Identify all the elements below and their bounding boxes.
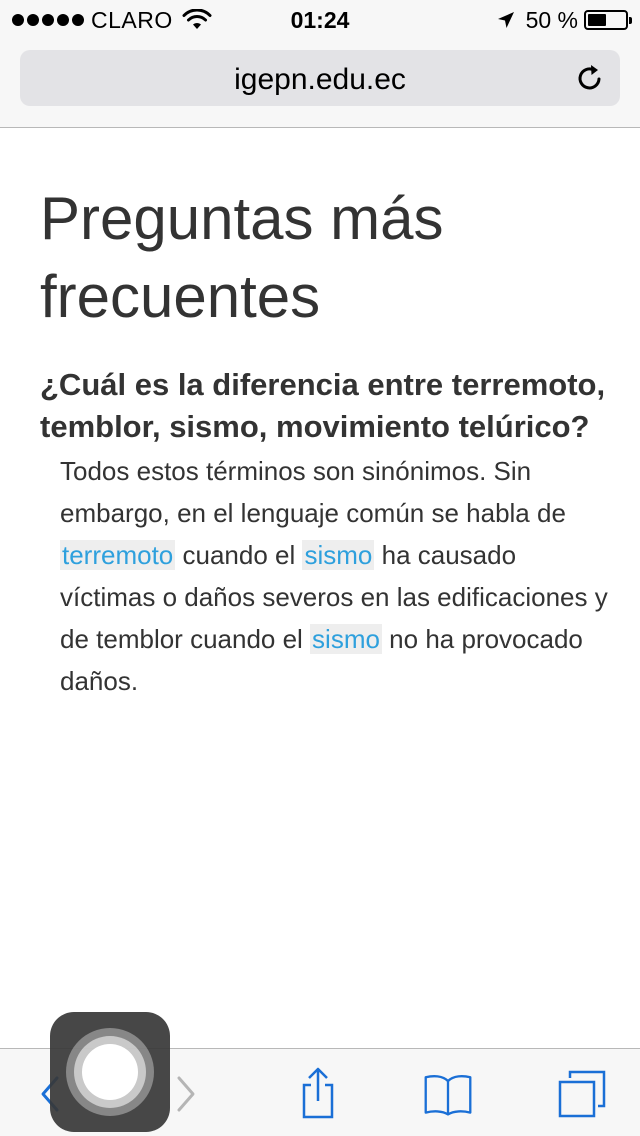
battery-icon [584,10,632,30]
battery-percent: 50 % [525,6,578,33]
url-text[interactable]: igepn.edu.ec [20,63,620,97]
link-terremoto[interactable]: terremoto [60,540,176,570]
answer-text: Todos estos términos son sinónimos. Sin … [60,456,566,528]
battery-level-fill [588,14,606,26]
reload-icon[interactable] [574,62,606,94]
tabs-icon [558,1070,606,1118]
assistive-touch-button[interactable] [50,1012,170,1132]
share-icon [302,1067,334,1119]
page-content: Preguntas más frecuentes ¿Cuál es la dif… [40,180,610,702]
tabs-button[interactable] [556,1067,608,1121]
safari-screen: CLARO 01:24 50 % igepn.edu.ec Preguntas … [0,0,640,1136]
forward-icon [177,1076,195,1112]
bookmarks-icon [424,1075,472,1116]
faq-answer: Todos estos términos son sinónimos. Sin … [60,450,610,702]
bookmarks-button[interactable] [422,1067,474,1121]
page-title: Preguntas más frecuentes [40,185,444,330]
assistive-touch-core [82,1044,138,1100]
address-bar: igepn.edu.ec [0,40,640,128]
status-right: 50 % [496,6,632,33]
link-sismo[interactable]: sismo [310,624,382,654]
status-bar: CLARO 01:24 50 % [0,0,640,40]
faq-question: ¿Cuál es la diferencia entre terremoto, … [40,367,606,444]
location-arrow-icon [497,12,514,28]
answer-text: cuando el [175,540,303,570]
url-field[interactable]: igepn.edu.ec [20,50,620,106]
link-sismo[interactable]: sismo [302,540,375,570]
share-button[interactable] [292,1067,344,1121]
